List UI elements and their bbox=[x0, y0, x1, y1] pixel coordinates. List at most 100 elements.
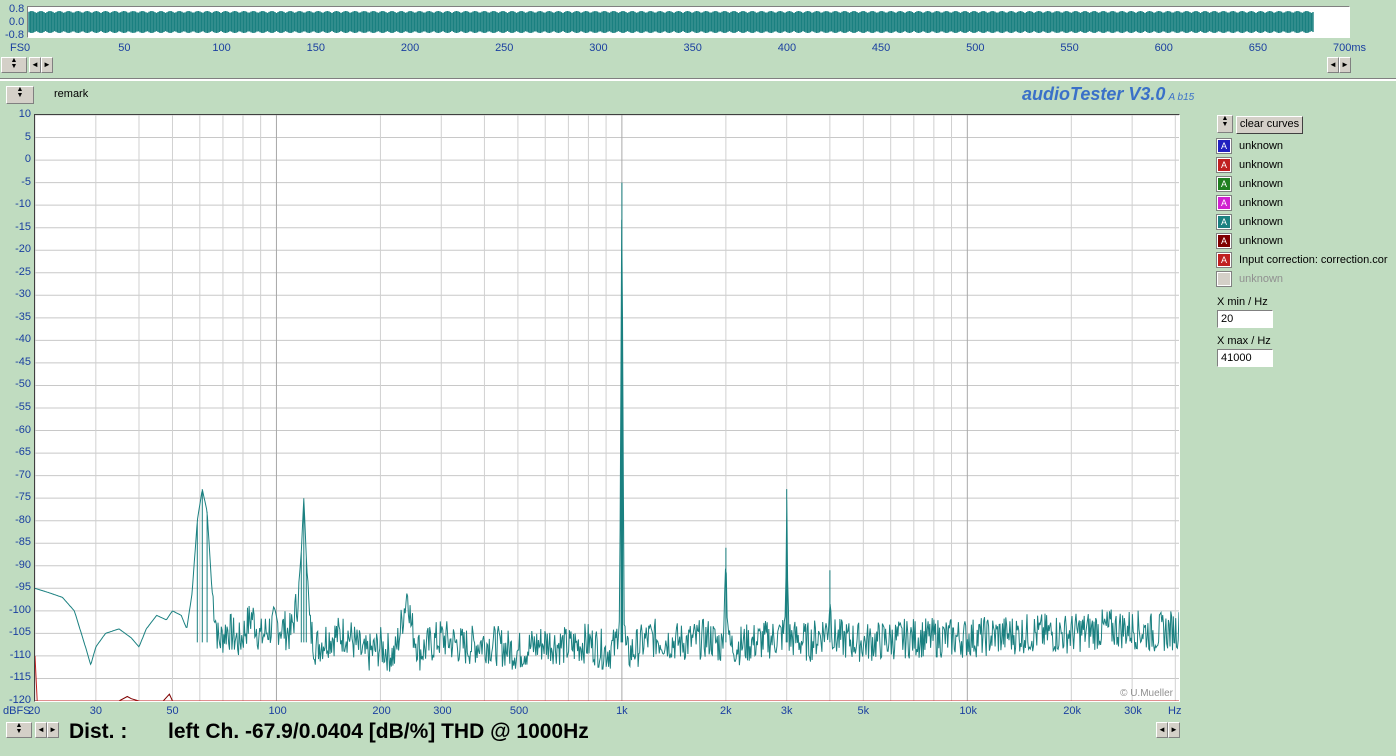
panel-divider bbox=[0, 78, 1396, 81]
waveform-plot[interactable] bbox=[27, 6, 1350, 38]
waveform-y-tick: -0.8 bbox=[5, 29, 24, 41]
curve-color-swatch[interactable]: A bbox=[1216, 214, 1232, 230]
waveform-y-tick: 0.0 bbox=[9, 16, 25, 28]
curve-color-swatch[interactable]: A bbox=[1216, 157, 1232, 173]
legend-item[interactable]: Aunknown bbox=[1216, 195, 1284, 211]
spectrum-plot[interactable]: © U.Mueller bbox=[34, 114, 1180, 702]
y-tick-label: -115 bbox=[9, 671, 31, 684]
y-tick-label: -15 bbox=[15, 220, 31, 233]
waveform-scroll-right-button[interactable]: ► bbox=[41, 57, 53, 73]
y-tick-label: -40 bbox=[15, 333, 31, 346]
x-tick-label: 2k bbox=[720, 705, 732, 717]
freq-right-button[interactable]: ► bbox=[1168, 722, 1180, 738]
waveform-x-tick: 50 bbox=[118, 42, 131, 54]
spectrum-graph bbox=[35, 115, 1179, 701]
waveform-x-tick: 300 bbox=[589, 42, 608, 54]
y-tick-label: -110 bbox=[9, 648, 31, 661]
waveform-fs-label: FS bbox=[10, 42, 25, 54]
x-tick-label: 5k bbox=[857, 705, 870, 717]
waveform-trace bbox=[28, 11, 1314, 33]
waveform-pan-right-button[interactable]: ► bbox=[1339, 57, 1351, 73]
app-title-text: audioTester V3.0 bbox=[1022, 84, 1166, 104]
legend-item-label: unknown bbox=[1239, 273, 1284, 285]
xmin-input[interactable]: 20 bbox=[1217, 310, 1273, 328]
legend-item-label: unknown bbox=[1239, 197, 1284, 209]
y-tick-label: -90 bbox=[15, 558, 31, 571]
y-tick-label: -60 bbox=[15, 423, 31, 436]
waveform-x-tick: 550 bbox=[1060, 42, 1079, 54]
y-tick-label: -10 bbox=[15, 198, 31, 211]
x-tick-label: 20k bbox=[1063, 705, 1082, 717]
curve-color-swatch[interactable]: A bbox=[1216, 176, 1232, 192]
status-right-button[interactable]: ► bbox=[47, 722, 59, 738]
clear-curves-button[interactable]: clear curves bbox=[1236, 116, 1303, 134]
legend-spinner[interactable]: ▲ ▼ bbox=[1217, 115, 1233, 133]
y-tick-label: -85 bbox=[15, 536, 31, 549]
status-spinner[interactable]: ▲ ▼ bbox=[6, 722, 32, 738]
y-tick-label: -5 bbox=[21, 175, 31, 188]
legend-item[interactable]: unknown bbox=[1216, 271, 1284, 287]
curve-color-swatch[interactable]: A bbox=[1216, 138, 1232, 154]
y-tick-label: -65 bbox=[15, 446, 31, 459]
status-left-button[interactable]: ◄ bbox=[35, 722, 47, 738]
x-tick-label: 30 bbox=[89, 705, 102, 717]
y-tick-label: -20 bbox=[15, 243, 31, 256]
legend-item[interactable]: Aunknown bbox=[1216, 176, 1283, 192]
curve-color-swatch[interactable] bbox=[1216, 271, 1232, 287]
legend-item[interactable]: Aunknown bbox=[1216, 157, 1284, 173]
curve-color-swatch[interactable]: A bbox=[1216, 252, 1232, 268]
y-tick-label: -80 bbox=[15, 513, 31, 526]
y-tick-label: -55 bbox=[15, 401, 31, 413]
legend-item-label: unknown bbox=[1239, 140, 1284, 152]
x-tick-label: 30k bbox=[1124, 705, 1142, 717]
x-tick-label: 500 bbox=[509, 705, 529, 717]
waveform-signal bbox=[28, 11, 1314, 33]
remark-spinner[interactable]: ▲ ▼ bbox=[6, 86, 34, 104]
waveform-y-tick: 0.8 bbox=[9, 3, 25, 15]
legend-item[interactable]: A Input correction: correction.cor bbox=[1216, 252, 1388, 268]
waveform-x-end-label: 700ms bbox=[1333, 42, 1367, 54]
y-tick-label: -100 bbox=[8, 603, 31, 616]
remark-label: remark bbox=[54, 88, 89, 100]
x-tick-label: 100 bbox=[268, 705, 287, 717]
y-tick-label: -95 bbox=[15, 581, 31, 594]
waveform-x-tick: 350 bbox=[683, 42, 702, 54]
app-version: A b15 bbox=[1168, 92, 1195, 103]
curve-color-swatch[interactable]: A bbox=[1216, 195, 1232, 211]
xmin-label: X min / Hz bbox=[1217, 296, 1268, 308]
legend-item[interactable]: Aunknown bbox=[1216, 233, 1284, 249]
app-title: audioTester V3.0 A b15 bbox=[1022, 84, 1194, 105]
waveform-x-tick: 450 bbox=[871, 42, 891, 54]
freq-left-button[interactable]: ◄ bbox=[1156, 722, 1168, 738]
waveform-x-tick: 150 bbox=[306, 42, 325, 54]
legend-item-label: unknown bbox=[1239, 216, 1284, 228]
legend-item[interactable]: Aunknown bbox=[1216, 138, 1284, 154]
xmax-label: X max / Hz bbox=[1217, 335, 1271, 347]
legend-item-label: unknown bbox=[1239, 235, 1284, 247]
y-tick-label: 5 bbox=[24, 130, 31, 143]
waveform-x-tick: 600 bbox=[1154, 42, 1173, 54]
curve-color-swatch[interactable]: A bbox=[1216, 233, 1232, 249]
x-tick-label: 10k bbox=[959, 705, 978, 717]
watermark: © U.Mueller bbox=[1120, 688, 1173, 699]
x-tick-label: 200 bbox=[372, 705, 391, 717]
legend-item-label: unknown bbox=[1239, 159, 1284, 171]
waveform-x-tick: 400 bbox=[777, 42, 797, 54]
y-tick-label: -105 bbox=[8, 626, 31, 639]
waveform-zoom-spinner[interactable]: ▲ ▼ bbox=[1, 57, 27, 73]
waveform-panel: 0.8 0.0 -0.8 FS 0 50 100 150 200 250 300 350 400… bbox=[0, 0, 1396, 78]
waveform-x-tick: 250 bbox=[495, 42, 514, 54]
waveform-x-tick: 650 bbox=[1248, 42, 1268, 54]
dist-label: Dist. : bbox=[69, 720, 128, 743]
waveform-pan-left-button[interactable]: ◄ bbox=[1327, 57, 1339, 73]
waveform-x-tick: 100 bbox=[212, 42, 231, 54]
xmax-input[interactable]: 41000 bbox=[1217, 349, 1273, 367]
waveform-x-tick: 0 bbox=[24, 42, 31, 54]
waveform-scroll-left-button[interactable]: ◄ bbox=[29, 57, 41, 73]
legend-item-label: Input correction: correction.cor bbox=[1239, 254, 1388, 266]
x-tick-label: 50 bbox=[166, 705, 179, 717]
legend-item[interactable]: Aunknown bbox=[1216, 214, 1284, 230]
waveform-x-tick: 200 bbox=[400, 42, 420, 54]
y-tick-label: -35 bbox=[15, 310, 31, 323]
y-tick-label: 10 bbox=[18, 108, 31, 120]
